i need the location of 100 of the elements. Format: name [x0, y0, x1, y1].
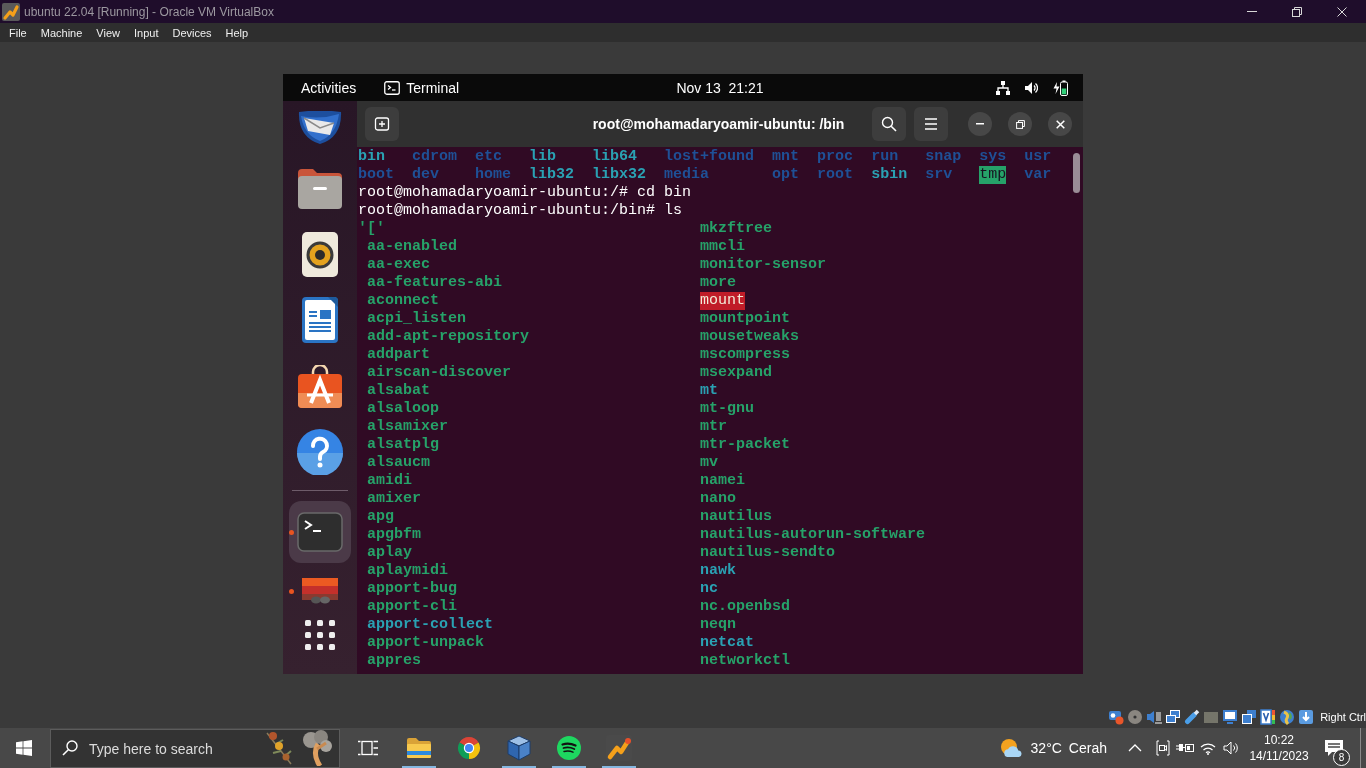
- app-grid-icon[interactable]: [304, 619, 336, 651]
- command-line: root@mohamadaryoamir-ubuntu:/# cd bin: [358, 184, 692, 202]
- task-view-icon: [358, 740, 378, 756]
- weather-icon[interactable]: [999, 738, 1024, 758]
- search-icon: [62, 740, 78, 756]
- hard-disk-icon[interactable]: [1108, 709, 1125, 725]
- directory-name: snap: [925, 148, 962, 166]
- menu-icon: [924, 118, 938, 130]
- chip-icon[interactable]: [1260, 709, 1277, 725]
- file-name: alsaucm: [367, 454, 430, 472]
- video-camera-icon[interactable]: [1156, 740, 1170, 756]
- chrome-icon: [457, 736, 481, 760]
- close-button[interactable]: [1048, 112, 1072, 136]
- file-name: apg: [367, 508, 394, 526]
- clock[interactable]: Nov 13 21:21: [676, 79, 764, 96]
- search-field[interactable]: Type here to search: [50, 729, 340, 768]
- file-name: neqn: [700, 616, 737, 634]
- file-name: alsatplg: [367, 436, 439, 454]
- search-icon: [881, 116, 897, 132]
- chevron-up-icon[interactable]: [1128, 744, 1142, 752]
- directory-name: proc: [817, 148, 854, 166]
- file-name: add-apt-repository: [367, 328, 530, 346]
- power-plug-icon[interactable]: [1176, 742, 1194, 754]
- volume-icon[interactable]: [1223, 741, 1239, 755]
- trees-drawing: [264, 730, 334, 766]
- arrow-down-icon[interactable]: [1298, 709, 1315, 725]
- folder-icon: [298, 167, 342, 209]
- directory-name: srv: [925, 166, 953, 184]
- volume-icon[interactable]: [1024, 80, 1038, 95]
- menu-item[interactable]: Help: [225, 26, 249, 39]
- usb-icon[interactable]: [1184, 709, 1201, 725]
- app-menu[interactable]: Terminal: [384, 79, 460, 96]
- file-name: aa-features-abi: [367, 274, 503, 292]
- activities-button[interactable]: Activities: [301, 79, 357, 96]
- link-name: lib32: [529, 166, 575, 184]
- link-name: mt: [700, 382, 719, 400]
- globe-icon[interactable]: [1279, 709, 1296, 725]
- restore-icon: [1291, 6, 1302, 17]
- screens-icon[interactable]: [1241, 709, 1258, 725]
- directory-name: home: [475, 166, 512, 184]
- speaker-icon[interactable]: [1146, 709, 1163, 725]
- menu-item[interactable]: View: [96, 26, 120, 39]
- app-icon: [606, 735, 632, 761]
- minimize-button[interactable]: [968, 112, 992, 136]
- menu-item[interactable]: Input: [133, 26, 159, 39]
- directory-name: usr: [1024, 148, 1052, 166]
- clock-date[interactable]: 14/11/2023: [1249, 748, 1309, 764]
- app-icon: [2, 2, 20, 21]
- restore-icon: [1015, 119, 1025, 129]
- link-name: apport-collect: [367, 616, 494, 634]
- drive-icon: [302, 578, 338, 604]
- menu-item[interactable]: File: [9, 26, 27, 39]
- file-name: apport-bug: [367, 580, 457, 598]
- shopping-bag-icon: [298, 364, 342, 408]
- scrollbar[interactable]: [1073, 153, 1080, 193]
- link-name: lib64: [592, 148, 638, 166]
- help-icon: [297, 429, 343, 475]
- link-name: libx32: [592, 166, 647, 184]
- file-name: alsaloop: [367, 400, 439, 418]
- file-name: nc.openbsd: [700, 598, 791, 616]
- search-button[interactable]: [872, 107, 906, 141]
- file-name: mmcli: [700, 238, 746, 256]
- file-name: nano: [700, 490, 737, 508]
- file-name: aconnect: [367, 292, 439, 310]
- file-name: msexpand: [700, 364, 773, 382]
- menu-button[interactable]: [914, 107, 948, 141]
- file-name: mousetweaks: [700, 328, 800, 346]
- file-name: mount: [700, 292, 746, 310]
- file-name: amidi: [367, 472, 412, 490]
- battery-icon[interactable]: [1052, 79, 1068, 96]
- file-name: mkzftree: [700, 220, 773, 238]
- close-icon: [1055, 119, 1065, 129]
- file-name: nautilus: [700, 508, 773, 526]
- file-name: mv: [700, 454, 719, 472]
- new-tab-button[interactable]: [365, 107, 399, 141]
- file-name: mtr-packet: [700, 436, 791, 454]
- window-title: root@mohamadaryoamir-ubuntu: /bin: [592, 116, 845, 132]
- restore-button[interactable]: [1008, 112, 1032, 136]
- file-name: airscan-discover: [367, 364, 512, 382]
- wifi-icon[interactable]: [1200, 741, 1216, 755]
- directory-name: mnt: [772, 148, 800, 166]
- close-icon: [1336, 6, 1347, 17]
- directory-name: sys: [979, 148, 1007, 166]
- clock-time[interactable]: 10:22: [1264, 732, 1294, 748]
- weather-condition: Cerah: [1068, 740, 1107, 756]
- monitor-icon[interactable]: [1222, 709, 1239, 725]
- directory-name: run: [871, 148, 899, 166]
- file-name: apport-unpack: [367, 634, 485, 652]
- file-name: aa-enabled: [367, 238, 457, 256]
- cube-icon: [507, 735, 531, 761]
- spotify-icon: [557, 736, 581, 760]
- link-name: bin: [358, 148, 385, 166]
- network-icon[interactable]: [1165, 709, 1182, 725]
- network-icon[interactable]: [996, 80, 1010, 95]
- command-line: root@mohamadaryoamir-ubuntu:/bin# ls: [358, 202, 683, 220]
- menu-item[interactable]: Devices: [172, 26, 212, 39]
- link-name: sbin: [871, 166, 908, 184]
- menu-item[interactable]: Machine: [40, 26, 83, 39]
- file-name: alsamixer: [367, 418, 448, 436]
- directory-name: var: [1024, 166, 1052, 184]
